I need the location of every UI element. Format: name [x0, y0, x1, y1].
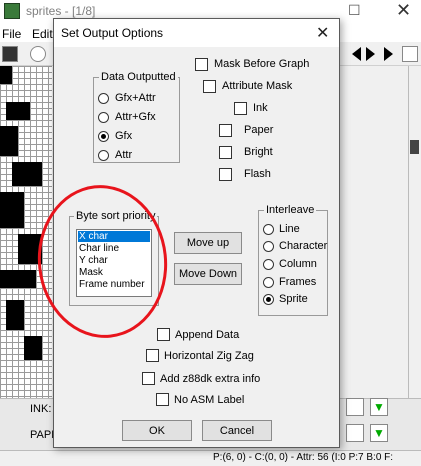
menu-file[interactable]: File — [2, 27, 21, 41]
paper-label: Paper — [244, 124, 274, 136]
bright-checkbox[interactable] — [219, 146, 232, 159]
filter-icon[interactable]: ▼ — [370, 424, 388, 442]
radio-attr-gfx[interactable] — [98, 112, 109, 123]
flash-label: Flash — [244, 168, 271, 180]
pixel-block — [6, 300, 24, 330]
dialog-title: Set Output Options — [61, 26, 164, 40]
attribute-mask-checkbox[interactable] — [203, 80, 216, 93]
prev-frame-icon[interactable] — [352, 47, 361, 61]
pixel-block — [6, 102, 30, 120]
menu-edit[interactable]: Edit — [32, 27, 53, 41]
cancel-button[interactable]: Cancel — [202, 420, 272, 441]
last-frame-icon[interactable] — [384, 47, 393, 61]
right-panel — [408, 66, 421, 400]
zoom-icon[interactable] — [30, 46, 46, 62]
mask-before-graph-checkbox[interactable] — [195, 58, 208, 71]
append-data-checkbox[interactable] — [157, 328, 170, 341]
append-data-label: Append Data — [175, 329, 240, 341]
bright-label: Bright — [244, 146, 273, 158]
pixel-block — [0, 66, 12, 84]
radio-sprite[interactable] — [263, 294, 274, 305]
radio-attr-label: Attr — [115, 149, 133, 161]
radio-frames[interactable] — [263, 277, 274, 288]
ok-button[interactable]: OK — [122, 420, 192, 441]
save-icon[interactable] — [2, 46, 18, 62]
no-asm-label-checkbox[interactable] — [156, 393, 169, 406]
pixel-block — [24, 336, 42, 360]
scrollbar-thumb[interactable] — [410, 140, 419, 154]
data-outputted-title: Data Outputted — [99, 71, 178, 83]
no-asm-label-label: No ASM Label — [174, 394, 245, 406]
radio-line-label: Line — [279, 223, 300, 235]
radio-column[interactable] — [263, 259, 274, 270]
horizontal-zigzag-checkbox[interactable] — [146, 349, 159, 362]
radio-frames-label: Frames — [279, 276, 317, 288]
radio-sprite-label: Sprite — [279, 293, 308, 305]
pixel-block — [0, 270, 36, 288]
next-frame-icon[interactable] — [366, 47, 375, 61]
mask-before-graph-label: Mask Before Graph — [214, 58, 310, 70]
ink-label: INK: — [30, 403, 52, 415]
ink-swatch[interactable] — [346, 398, 364, 416]
attribute-mask-label: Attribute Mask — [222, 80, 293, 92]
radio-gfx-label: Gfx — [115, 130, 133, 142]
pixel-block — [12, 162, 42, 186]
radio-gfx-attr[interactable] — [98, 93, 109, 104]
maximize-icon[interactable]: ☐ — [348, 2, 361, 19]
app-icon — [4, 3, 20, 19]
app-title: sprites - [1/8] — [26, 4, 96, 18]
radio-attr-gfx-label: Attr+Gfx — [115, 111, 156, 123]
radio-gfx-attr-label: Gfx+Attr — [115, 92, 156, 104]
paper-swatch[interactable] — [346, 424, 364, 442]
radio-attr[interactable] — [98, 150, 109, 161]
radio-line[interactable] — [263, 224, 274, 235]
new-page-icon[interactable] — [402, 46, 418, 62]
status-text: P:(6, 0) - C:(0, 0) - Attr: 56 (I:0 P:7 … — [213, 452, 394, 463]
move-up-button[interactable]: Move up — [174, 232, 242, 254]
radio-column-label: Column — [279, 258, 317, 270]
radio-gfx[interactable] — [98, 131, 109, 142]
interleave-title: Interleave — [264, 204, 317, 216]
filter-icon[interactable]: ▼ — [370, 398, 388, 416]
close-icon[interactable]: ✕ — [396, 0, 411, 21]
move-down-button[interactable]: Move Down — [174, 263, 242, 285]
radio-character-label: Character — [279, 240, 328, 252]
flash-checkbox[interactable] — [219, 168, 232, 181]
ink-label: Ink — [253, 102, 268, 114]
paper-checkbox[interactable] — [219, 124, 232, 137]
pixel-block — [0, 192, 24, 228]
ink-checkbox[interactable] — [234, 102, 247, 115]
z88dk-label: Add z88dk extra info — [160, 373, 261, 385]
close-icon[interactable]: ✕ — [316, 23, 329, 43]
radio-character[interactable] — [263, 241, 274, 252]
pixel-block — [0, 126, 18, 156]
z88dk-checkbox[interactable] — [142, 372, 155, 385]
horizontal-zigzag-label: Horizontal Zig Zag — [164, 350, 254, 362]
